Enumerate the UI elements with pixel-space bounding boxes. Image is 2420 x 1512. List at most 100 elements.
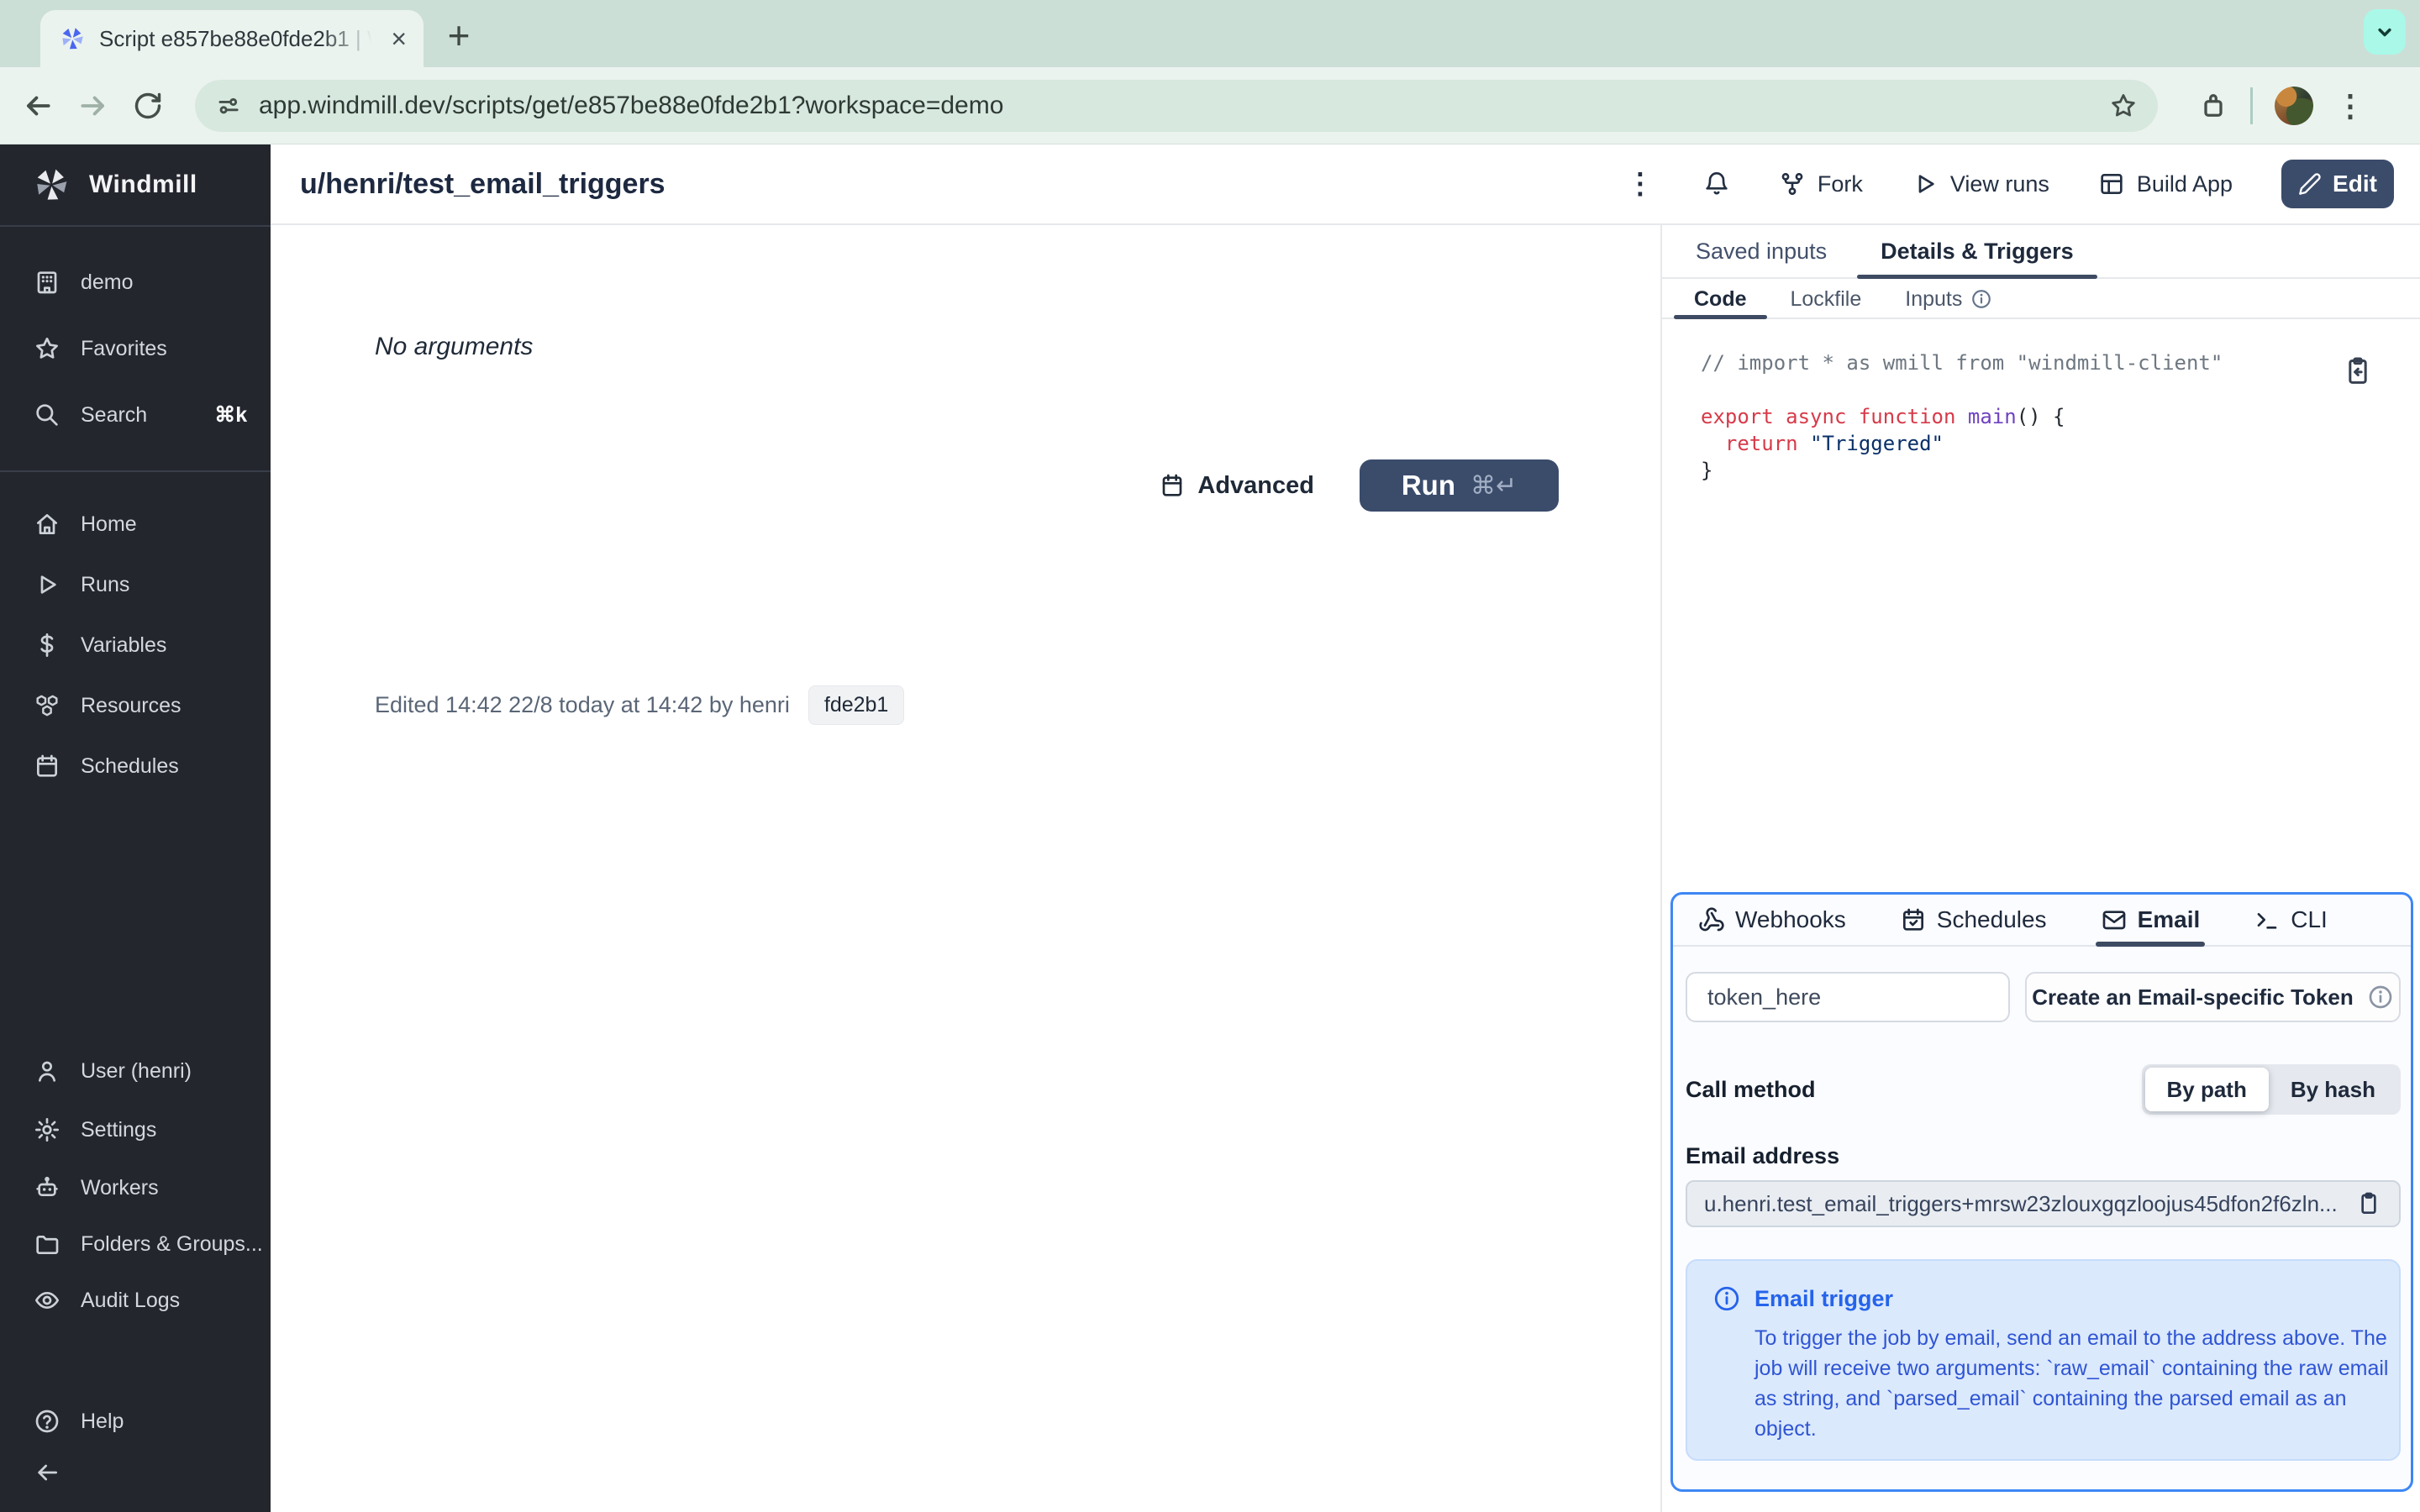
browser-menu-icon[interactable]: ⋮ <box>2335 90 2365 121</box>
advanced-button[interactable]: Advanced <box>1159 472 1314 500</box>
subtab-lockfile[interactable]: Lockfile <box>1769 281 1884 318</box>
forward-button[interactable] <box>77 90 109 122</box>
subtab-inputs[interactable]: Inputs <box>1883 281 2014 318</box>
back-button[interactable] <box>22 90 54 122</box>
by-hash-option[interactable]: By hash <box>2269 1068 2397 1111</box>
browser-tab[interactable]: Script e857be88e0fde2b1 | W × <box>40 10 424 67</box>
sidebar-item-user[interactable]: User (henri) <box>0 1041 271 1101</box>
sidebar-item-audit-logs[interactable]: Audit Logs <box>0 1270 271 1331</box>
info-circle-icon <box>2367 984 2394 1011</box>
sidebar-item-variables[interactable]: Variables <box>0 615 271 675</box>
terminal-icon <box>2257 913 2277 929</box>
edited-text: Edited 14:42 22/8 today at 14:42 by henr… <box>375 692 790 717</box>
sidebar-item-label: demo <box>81 270 134 294</box>
arrow-right-icon <box>81 96 104 115</box>
help-circle-icon <box>34 1408 60 1435</box>
create-email-token-label: Create an Email-specific Token <box>2032 984 2354 1010</box>
brand[interactable]: Windmill <box>0 144 271 225</box>
search-icon <box>34 402 60 428</box>
call-method-toggle: By path By hash <box>2141 1064 2401 1115</box>
sidebar-item-favorites[interactable]: Favorites <box>0 318 271 379</box>
sidebar-item-search[interactable]: Search ⌘k <box>0 385 271 445</box>
reload-icon <box>134 92 161 118</box>
sidebar-item-schedules[interactable]: Schedules <box>0 736 271 796</box>
tab-saved-inputs[interactable]: Saved inputs <box>1669 225 1854 277</box>
tab-details-triggers[interactable]: Details & Triggers <box>1854 225 2101 279</box>
tab-cli[interactable]: CLI <box>2254 895 2328 945</box>
notifications-button[interactable] <box>1703 171 1730 197</box>
sidebar-item-label: Resources <box>81 693 182 717</box>
windmill-logo-icon <box>37 169 67 200</box>
info-body: To trigger the job by email, send an ema… <box>1754 1326 2389 1441</box>
reload-button[interactable] <box>133 91 163 121</box>
sidebar-item-label: Help <box>81 1409 124 1433</box>
building-icon <box>34 269 60 296</box>
trigger-tabs: Webhooks Schedules Email CLI <box>1673 895 2411 947</box>
page-title: u/henri/test_email_triggers <box>300 167 666 200</box>
url-text[interactable]: app.windmill.dev/scripts/get/e857be88e0f… <box>259 92 2092 120</box>
email-address-value[interactable]: u.henri.test_email_triggers+mrsw23zlouxg… <box>1704 1191 2342 1217</box>
advanced-label: Advanced <box>1197 471 1314 499</box>
run-label: Run <box>1401 470 1455 501</box>
tab-webhooks-label: Webhooks <box>1735 906 1846 932</box>
info-circle-icon <box>1714 1286 1739 1311</box>
build-app-button[interactable]: Build App <box>2098 171 2233 197</box>
sidebar-item-workers[interactable]: Workers <box>0 1158 271 1218</box>
tab-schedules-label: Schedules <box>1936 906 2047 932</box>
extensions-icon[interactable] <box>2198 91 2228 121</box>
new-tab-button[interactable]: + <box>440 13 477 57</box>
info-head: Email trigger <box>1712 1284 2374 1313</box>
profile-avatar[interactable] <box>2275 86 2313 125</box>
url-bar[interactable]: app.windmill.dev/scripts/get/e857be88e0f… <box>195 79 2158 132</box>
site-settings-icon[interactable] <box>215 92 242 119</box>
content: u/henri/test_email_triggers ⋮ Fork View … <box>271 144 2420 1512</box>
sidebar-item-runs[interactable]: Runs <box>0 554 271 615</box>
version-hash-badge[interactable]: fde2b1 <box>808 685 905 725</box>
edit-label: Edit <box>2333 171 2377 197</box>
details-pane: Saved inputs Details & Triggers Code Loc… <box>1660 225 2420 1512</box>
play-icon <box>1918 175 1934 193</box>
window-chevron-button[interactable] <box>2364 9 2406 55</box>
sidebar-item-label: Variables <box>81 633 167 657</box>
edit-button[interactable]: Edit <box>2281 160 2394 208</box>
create-email-token-button[interactable]: Create an Email-specific Token <box>2025 972 2401 1022</box>
run-button[interactable]: Run ⌘↵ <box>1360 459 1559 512</box>
token-input[interactable] <box>1686 972 2010 1022</box>
arrow-left-icon <box>34 1459 60 1486</box>
sidebar-item-label: Search <box>81 402 148 427</box>
tab-webhooks[interactable]: Webhooks <box>1698 895 1846 945</box>
sidebar-item-label: Favorites <box>81 336 167 360</box>
sidebar-item-home[interactable]: Home <box>0 494 271 554</box>
run-shortcut: ⌘↵ <box>1470 471 1518 500</box>
webhook-icon <box>1699 907 1724 932</box>
sidebar-item-settings[interactable]: Settings <box>0 1100 271 1160</box>
sidebar-item-label: Schedules <box>81 753 179 778</box>
sidebar-item-folders-groups[interactable]: Folders & Groups... <box>0 1214 271 1274</box>
chrome-right-controls: ⋮ <box>2198 86 2365 125</box>
tab-schedules[interactable]: Schedules <box>1900 895 2047 945</box>
subtab-code[interactable]: Code <box>1672 281 1769 319</box>
screen: Script e857be88e0fde2b1 | W × + app.wind… <box>0 0 2420 1512</box>
divider <box>2250 87 2253 124</box>
sidebar-item-label: User (henri) <box>81 1058 192 1083</box>
robot-icon <box>34 1174 60 1201</box>
more-menu-icon[interactable]: ⋮ <box>1626 167 1655 201</box>
copy-code-button[interactable] <box>2341 354 2375 393</box>
email-address-label: Email address <box>1686 1143 1840 1168</box>
bookmark-star-icon[interactable] <box>2109 92 2138 120</box>
fork-label: Fork <box>1817 171 1863 197</box>
subtab-inputs-label: Inputs <box>1905 286 1963 311</box>
view-runs-button[interactable]: View runs <box>1912 171 2049 197</box>
info-circle-icon <box>1970 288 1992 310</box>
sidebar-item-resources[interactable]: Resources <box>0 675 271 736</box>
sidebar-item-workspace[interactable]: demo <box>0 252 271 312</box>
by-path-option[interactable]: By path <box>2144 1068 2269 1111</box>
tab-email-label: Email <box>2137 906 2201 932</box>
code-viewer: // import * as wmill from "windmill-clie… <box>1662 321 2420 892</box>
tab-email[interactable]: Email <box>2095 895 2205 947</box>
copy-email-button[interactable] <box>2355 1190 2382 1217</box>
tab-close-icon[interactable]: × <box>391 25 407 52</box>
code-block: // import * as wmill from "windmill-clie… <box>1701 351 2223 482</box>
sidebar-collapse-button[interactable] <box>0 1442 271 1503</box>
fork-button[interactable]: Fork <box>1779 171 1863 197</box>
